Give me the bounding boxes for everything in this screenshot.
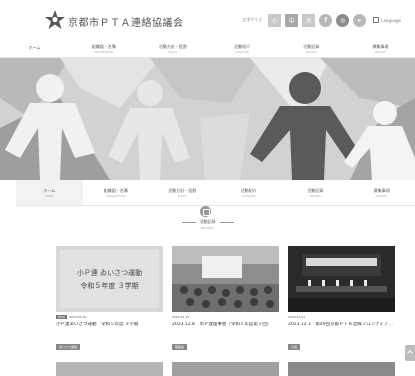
- secondary-nav: ホーム HOME 組織図・名簿 ORGANIZATION 活動方針・役割 POL…: [16, 180, 415, 206]
- card-date: 2024.01.16: [69, 315, 87, 319]
- nav-sublabel: ACTIVITIES: [235, 50, 249, 54]
- divider: [219, 221, 234, 223]
- card-thumbnail[interactable]: [172, 362, 279, 376]
- nav-sublabel: ORGANIZATION: [94, 50, 114, 54]
- top-nav-organization[interactable]: 組織図・名簿 ORGANIZATION: [69, 40, 138, 57]
- nav-sublabel: POLICY: [177, 194, 187, 198]
- sub-nav-recruit[interactable]: 募集事項 RECRUIT: [349, 180, 415, 205]
- card-thumbnail[interactable]: [172, 246, 279, 312]
- card-thumbnail-graphic: [172, 246, 279, 312]
- top-nav-recruit[interactable]: 募集事項 RECRUIT: [346, 40, 415, 57]
- nav-label: 活動方針・役割: [168, 187, 197, 193]
- new-badge: NEW: [56, 315, 68, 319]
- site-header: 京都市ＰＴＡ連絡協議会 文字サイズ 小 中 大 f ◎ ▸ Language: [0, 0, 415, 40]
- nav-sublabel: ORGANIZATION: [106, 194, 126, 198]
- nav-label: 募集事項: [373, 187, 390, 193]
- globe-icon: [373, 17, 380, 23]
- scroll-top-button[interactable]: [405, 345, 415, 361]
- nav-sublabel: RECORD: [305, 50, 317, 54]
- nav-label: 組織図・名簿: [91, 43, 116, 49]
- sub-nav-policy[interactable]: 活動方針・役割 POLICY: [149, 180, 216, 205]
- record-card[interactable]: 小Ｐ連 ゐいさつ運動 令和５年度 ３学期 NEW 2024.01.16 小Ｐ連あい…: [56, 246, 163, 352]
- hero-image: [0, 58, 415, 180]
- card-title[interactable]: 2023.12.1 第49回京都ＰＴＡ北線フロンティア…: [288, 322, 395, 333]
- card-thumbnail[interactable]: [56, 362, 163, 376]
- record-card[interactable]: 2023.12.15 2023.12.8 市Ｐ連理事会（令和５年度第５回） 理事…: [172, 246, 279, 352]
- top-nav-home[interactable]: ホーム: [0, 40, 69, 57]
- card-thumbnail[interactable]: [288, 246, 395, 312]
- nav-label: 活動記録: [307, 187, 324, 193]
- header-tools: 文字サイズ 小 中 大 f ◎ ▸ Language: [242, 13, 401, 27]
- section-heading: 活動記録: [0, 219, 415, 225]
- logo-icon[interactable]: [44, 9, 66, 31]
- nav-label: 活動紹介: [234, 43, 251, 49]
- site-name[interactable]: 京都市ＰＴＡ連絡協議会: [68, 14, 184, 29]
- nav-sublabel: RECORD: [309, 194, 321, 198]
- hero-illustration: [0, 58, 415, 180]
- instagram-icon[interactable]: ◎: [336, 13, 350, 27]
- top-nav-activities[interactable]: 活動紹介 ACTIVITIES: [208, 40, 277, 57]
- card-date: 2023.12.01: [288, 315, 306, 319]
- card-title[interactable]: 小Ｐ連あいさつ運動 令和５年度 ３学期: [56, 322, 163, 333]
- facebook-icon[interactable]: f: [319, 13, 333, 27]
- language-selector[interactable]: Language: [373, 17, 401, 23]
- nav-label: ホーム: [28, 45, 41, 50]
- nav-sublabel: ACTIVITIES: [241, 194, 256, 198]
- card-thumbnail-line-1: 小Ｐ連 ゐいさつ運動: [77, 268, 142, 277]
- font-medium-label: 中: [288, 17, 295, 25]
- card-thumbnail-line-2: 令和５年度 ３学期: [80, 281, 138, 290]
- nav-label: 活動方針・役割: [158, 43, 187, 49]
- sub-nav-activities[interactable]: 活動紹介 ACTIVITIES: [216, 180, 283, 205]
- card-thumbnail[interactable]: 小Ｐ連 ゐいさつ運動 令和５年度 ３学期: [56, 246, 163, 312]
- font-small-button[interactable]: 小: [268, 13, 282, 27]
- card-category[interactable]: あいさつ運動: [56, 344, 81, 350]
- card-title[interactable]: 2023.12.8 市Ｐ連理事会（令和５年度第５回）: [172, 322, 279, 333]
- nav-sublabel: POLICY: [168, 50, 178, 54]
- nav-label: 活動記録: [303, 43, 320, 49]
- top-nav-record[interactable]: 活動記録 RECORD: [277, 40, 346, 57]
- youtube-icon[interactable]: ▸: [353, 13, 367, 27]
- record-card[interactable]: 2023.12.01 2023.12.1 第49回京都ＰＴＡ北線フロンティア… …: [288, 246, 395, 352]
- sub-nav-home[interactable]: ホーム HOME: [16, 180, 83, 205]
- card-date-row: NEW 2024.01.16: [56, 315, 163, 319]
- record-section-icon: [200, 206, 211, 217]
- font-size-label: 文字サイズ: [242, 17, 263, 22]
- nav-label: 募集事項: [372, 43, 389, 49]
- font-medium-button[interactable]: 中: [285, 13, 299, 27]
- card-date: 2023.12.15: [172, 315, 190, 319]
- section-title: 活動記録: [199, 219, 216, 224]
- language-label: Language: [381, 17, 401, 23]
- card-date-row: 2023.12.15: [172, 315, 279, 319]
- card-category[interactable]: 大会: [288, 344, 301, 350]
- nav-label: ホーム: [43, 187, 56, 193]
- font-large-label: 大: [305, 17, 312, 25]
- nav-label: 活動紹介: [240, 187, 257, 193]
- card-thumbnail-graphic: 小Ｐ連 ゐいさつ運動 令和５年度 ３学期: [56, 246, 163, 312]
- top-nav-policy[interactable]: 活動方針・役割 POLICY: [138, 40, 207, 57]
- top-nav: ホーム 組織図・名簿 ORGANIZATION 活動方針・役割 POLICY 活…: [0, 40, 415, 58]
- sub-nav-record[interactable]: 活動記録 RECORD: [282, 180, 349, 205]
- nav-sublabel: RECRUIT: [374, 50, 386, 54]
- card-date-row: 2023.12.01: [288, 315, 395, 319]
- card-thumbnail-graphic: [288, 246, 395, 312]
- nav-sublabel: HOME: [45, 194, 54, 198]
- card-thumbnail[interactable]: [288, 362, 395, 376]
- font-small-label: 小: [271, 17, 278, 25]
- section-subtitle: RECORD: [201, 226, 214, 230]
- sub-nav-organization[interactable]: 組織図・名簿 ORGANIZATION: [83, 180, 150, 205]
- nav-label: 組織図・名簿: [103, 187, 128, 193]
- nav-sublabel: RECRUIT: [376, 194, 388, 198]
- divider: [181, 221, 196, 223]
- font-large-button[interactable]: 大: [302, 13, 316, 27]
- card-category[interactable]: 理事会: [172, 344, 188, 350]
